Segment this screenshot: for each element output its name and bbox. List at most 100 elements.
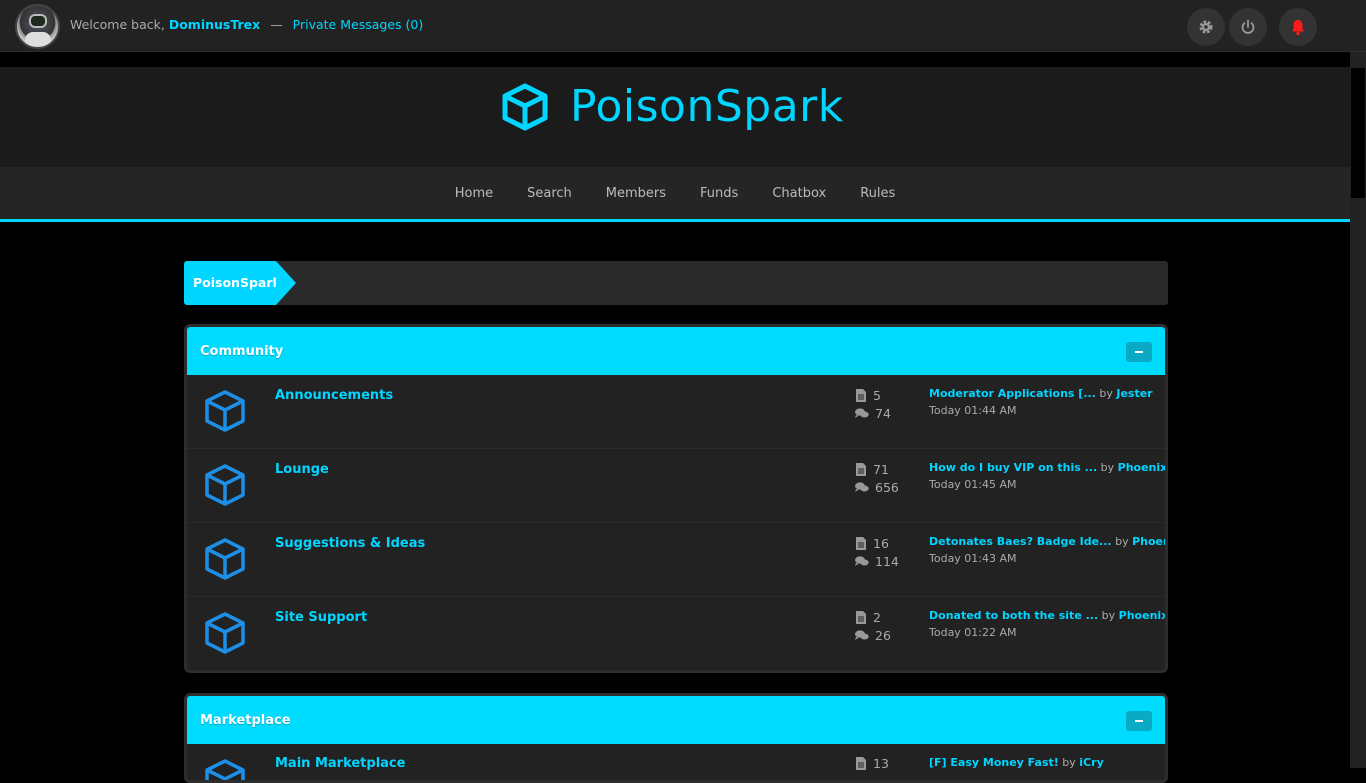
last-post: Detonates Baes? Badge Ide... by Phoenix … — [929, 535, 1165, 565]
breadcrumb-root[interactable]: PoisonSpark — [184, 261, 281, 305]
forum-name[interactable]: Suggestions & Ideas — [275, 536, 425, 551]
last-post-by: by — [1062, 756, 1076, 769]
main-nav: Home Search Members Funds Chatbox Rules — [0, 167, 1350, 219]
last-post-by: by — [1099, 387, 1113, 400]
bell-icon — [1292, 20, 1304, 36]
post-count: 74 — [855, 406, 891, 421]
user-avatar[interactable] — [15, 4, 60, 49]
breadcrumb: PoisonSpark — [184, 261, 1168, 305]
last-post-time: Today 01:43 AM — [929, 552, 1017, 565]
cube-icon — [205, 390, 245, 432]
forum-row: Main Marketplace 13 [F] Easy Money Fast!… — [187, 744, 1165, 780]
document-icon — [856, 611, 866, 624]
thread-count: 16 — [855, 536, 889, 551]
nav-members[interactable]: Members — [606, 186, 666, 201]
posts-value: 114 — [875, 554, 899, 569]
forum-name[interactable]: Site Support — [275, 610, 367, 625]
category-header: Community — [187, 327, 1165, 375]
forum-row: Suggestions & Ideas 16 114 Detonates Bae… — [187, 523, 1165, 597]
thread-count: 71 — [855, 462, 889, 477]
last-post-user[interactable]: Phoenix — [1118, 461, 1165, 474]
post-count: 114 — [855, 554, 899, 569]
logout-button[interactable] — [1229, 8, 1267, 46]
threads-value: 71 — [873, 462, 889, 477]
posts-value: 26 — [875, 628, 891, 643]
posts-value: 74 — [875, 406, 891, 421]
breadcrumb-arrow — [276, 261, 296, 305]
category-title[interactable]: Marketplace — [200, 713, 291, 728]
category-title[interactable]: Community — [200, 344, 283, 359]
last-post: Moderator Applications [... by Jester To… — [929, 387, 1153, 417]
nav-funds[interactable]: Funds — [700, 186, 738, 201]
forum-name[interactable]: Announcements — [275, 388, 393, 403]
last-post-title[interactable]: Moderator Applications [... — [929, 387, 1096, 400]
gear-icon — [1199, 20, 1213, 34]
notifications-button[interactable] — [1279, 8, 1317, 46]
site-logo[interactable]: PoisonSpark — [500, 81, 844, 132]
document-icon — [856, 757, 866, 770]
comments-icon — [855, 482, 869, 492]
private-messages-link[interactable]: Private Messages (0) — [293, 17, 424, 32]
last-post: How do I buy VIP on this ... by Phoenix … — [929, 461, 1165, 491]
last-post-user[interactable]: Phoenix — [1132, 535, 1165, 548]
site-header: PoisonSpark — [0, 67, 1350, 167]
last-post-by: by — [1101, 609, 1116, 622]
last-post: Donated to both the site ... by Phoenix … — [929, 609, 1165, 639]
welcome-message: Welcome back, DominusTrex — Private Mess… — [70, 17, 423, 32]
last-post-time: Today 01:45 AM — [929, 478, 1017, 491]
forum-name[interactable]: Main Marketplace — [275, 756, 405, 771]
threads-value: 2 — [873, 610, 881, 625]
nav-divider — [0, 219, 1350, 222]
document-icon — [856, 537, 866, 550]
category-marketplace: Marketplace Main Marketplace 13 [F] Easy… — [184, 693, 1168, 783]
nav-home[interactable]: Home — [455, 186, 493, 201]
site-name: PoisonSpark — [570, 81, 844, 132]
top-bar: Welcome back, DominusTrex — Private Mess… — [0, 0, 1366, 52]
cube-logo-icon — [502, 83, 548, 130]
last-post-user[interactable]: iCry — [1079, 756, 1103, 769]
cube-icon — [205, 464, 245, 506]
threads-value: 13 — [873, 756, 889, 771]
forum-name[interactable]: Lounge — [275, 462, 329, 477]
last-post: [F] Easy Money Fast! by iCry — [929, 756, 1104, 769]
last-post-title[interactable]: Donated to both the site ... — [929, 609, 1098, 622]
document-icon — [856, 389, 866, 402]
threads-value: 16 — [873, 536, 889, 551]
category-community: Community Announcements 5 74 Moderator A… — [184, 324, 1168, 673]
last-post-user[interactable]: Phoenix — [1119, 609, 1165, 622]
forum-row: Announcements 5 74 Moderator Application… — [187, 375, 1165, 449]
last-post-by: by — [1100, 461, 1115, 474]
last-post-title[interactable]: How do I buy VIP on this ... — [929, 461, 1097, 474]
last-post-time: Today 01:22 AM — [929, 626, 1017, 639]
thread-count: 2 — [855, 610, 881, 625]
cube-icon — [205, 612, 245, 654]
last-post-title[interactable]: [F] Easy Money Fast! — [929, 756, 1059, 769]
nav-search[interactable]: Search — [527, 186, 572, 201]
comments-icon — [855, 556, 869, 566]
thread-count: 13 — [855, 756, 889, 771]
separator: — — [270, 17, 283, 32]
last-post-user[interactable]: Jester — [1116, 387, 1152, 400]
cube-icon — [205, 538, 245, 580]
posts-value: 656 — [875, 480, 899, 495]
last-post-time: Today 01:44 AM — [929, 404, 1017, 417]
settings-button[interactable] — [1187, 8, 1225, 46]
forum-row: Lounge 71 656 How do I buy VIP on this .… — [187, 449, 1165, 523]
document-icon — [856, 463, 866, 476]
post-count: 26 — [855, 628, 891, 643]
threads-value: 5 — [873, 388, 881, 403]
category-header: Marketplace — [187, 696, 1165, 744]
scrollbar-thumb[interactable] — [1351, 68, 1365, 198]
last-post-by: by — [1115, 535, 1129, 548]
nav-rules[interactable]: Rules — [860, 186, 895, 201]
power-icon — [1241, 19, 1255, 34]
forum-row: Site Support 2 26 Donated to both the si… — [187, 597, 1165, 670]
thread-count: 5 — [855, 388, 881, 403]
collapse-button[interactable] — [1126, 342, 1152, 362]
collapse-button[interactable] — [1126, 711, 1152, 731]
comments-icon — [855, 630, 869, 640]
username-link[interactable]: DominusTrex — [169, 17, 260, 32]
nav-chatbox[interactable]: Chatbox — [772, 186, 826, 201]
last-post-title[interactable]: Detonates Baes? Badge Ide... — [929, 535, 1112, 548]
welcome-text: Welcome back, — [70, 17, 165, 32]
